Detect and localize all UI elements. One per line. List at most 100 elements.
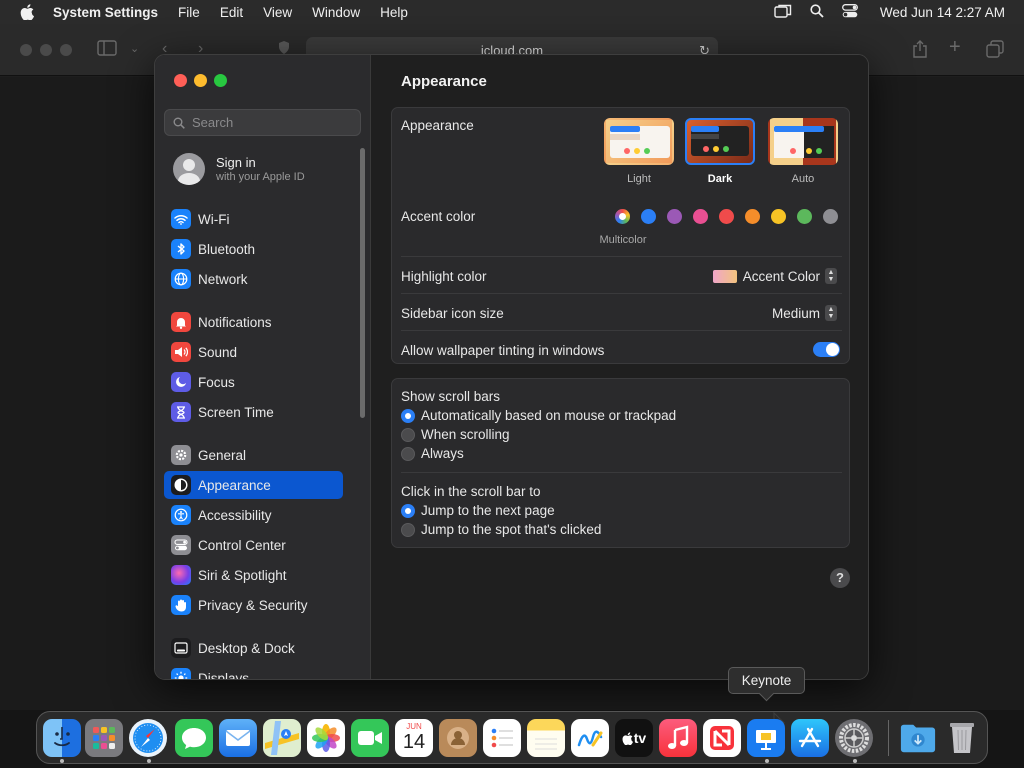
minimize-button[interactable] bbox=[194, 74, 207, 87]
browser-close-button[interactable] bbox=[20, 44, 32, 56]
sidebar-item-network[interactable]: Network bbox=[164, 265, 345, 293]
messages-icon[interactable] bbox=[175, 719, 213, 757]
accent-color-swatch[interactable] bbox=[693, 209, 708, 224]
sidebar-item-appearance[interactable]: Appearance bbox=[164, 471, 343, 499]
sidebar-item-focus[interactable]: Focus bbox=[164, 368, 345, 396]
menu-clock[interactable]: Wed Jun 14 2:27 AM bbox=[880, 5, 1005, 20]
spotlight-search-icon[interactable] bbox=[810, 3, 824, 21]
scroll-bars-option-automatic[interactable]: Automatically based on mouse or trackpad bbox=[401, 408, 676, 423]
click-option-spot-clicked[interactable]: Jump to the spot that's clicked bbox=[401, 522, 601, 537]
radio-button[interactable] bbox=[401, 446, 415, 461]
apple-tv-icon[interactable]: tv bbox=[615, 719, 653, 757]
accent-color-swatch[interactable] bbox=[823, 209, 838, 224]
finder-icon[interactable] bbox=[43, 719, 81, 757]
notes-icon[interactable] bbox=[527, 719, 565, 757]
menu-window[interactable]: Window bbox=[312, 5, 360, 20]
sidebar-item-displays[interactable]: Displays bbox=[164, 664, 345, 679]
keynote-icon[interactable] bbox=[747, 719, 785, 757]
avatar bbox=[173, 153, 205, 185]
radio-label: When scrolling bbox=[421, 427, 510, 442]
system-settings-icon[interactable] bbox=[835, 719, 873, 757]
app-store-icon[interactable] bbox=[791, 719, 829, 757]
mail-icon[interactable] bbox=[219, 719, 257, 757]
accent-color-swatch[interactable] bbox=[771, 209, 786, 224]
freeform-icon[interactable] bbox=[571, 719, 609, 757]
apple-id-signin[interactable]: Sign in with your Apple ID bbox=[173, 152, 353, 186]
radio-button[interactable] bbox=[401, 427, 415, 442]
sidebar-item-wifi[interactable]: Wi-Fi bbox=[164, 205, 345, 233]
radio-button[interactable] bbox=[401, 408, 415, 423]
click-option-next-page[interactable]: Jump to the next page bbox=[401, 503, 555, 518]
sidebar-item-bluetooth[interactable]: Bluetooth bbox=[164, 235, 345, 263]
accent-color-swatch[interactable] bbox=[667, 209, 682, 224]
sidebar-icon-size-popup[interactable]: Medium ▲ ▼ bbox=[772, 305, 837, 321]
accent-color-swatch[interactable] bbox=[797, 209, 812, 224]
help-button[interactable]: ? bbox=[830, 568, 850, 588]
menu-help[interactable]: Help bbox=[380, 5, 408, 20]
theme-dark-option[interactable]: Dark bbox=[685, 118, 755, 185]
radio-button[interactable] bbox=[401, 503, 415, 518]
wifi-icon bbox=[171, 209, 191, 229]
theme-auto-caption: Auto bbox=[791, 173, 815, 185]
sidebar-item-siri-spotlight[interactable]: Siri & Spotlight bbox=[164, 561, 345, 589]
close-button[interactable] bbox=[174, 74, 187, 87]
highlight-color-popup[interactable]: Accent Color ▲ ▼ bbox=[712, 268, 837, 284]
theme-auto-option[interactable]: Auto bbox=[768, 118, 838, 185]
sidebar-item-sound[interactable]: Sound bbox=[164, 338, 345, 366]
safari-icon[interactable] bbox=[129, 719, 167, 757]
scroll-bars-option-always[interactable]: Always bbox=[401, 446, 464, 461]
accent-color-swatch[interactable] bbox=[719, 209, 734, 224]
chevron-down-icon[interactable]: ⌄ bbox=[130, 42, 139, 55]
reminders-icon[interactable] bbox=[483, 719, 521, 757]
sidebar-item-control-center[interactable]: Control Center bbox=[164, 531, 345, 559]
sidebar-item-label: Focus bbox=[198, 374, 235, 390]
maps-icon[interactable] bbox=[263, 719, 301, 757]
calendar-icon[interactable]: JUN 14 bbox=[395, 719, 433, 757]
radio-button[interactable] bbox=[401, 522, 415, 537]
sidebar-item-notifications[interactable]: Notifications bbox=[164, 308, 345, 336]
facetime-icon[interactable] bbox=[351, 719, 389, 757]
trash-icon[interactable] bbox=[943, 719, 981, 757]
downloads-folder-icon[interactable] bbox=[899, 719, 937, 757]
control-center-icon[interactable] bbox=[841, 3, 858, 21]
apple-tv-label: tv bbox=[633, 730, 647, 746]
menu-app-name[interactable]: System Settings bbox=[53, 5, 158, 20]
sidebar-toggle-icon[interactable] bbox=[97, 40, 117, 61]
share-icon[interactable] bbox=[912, 40, 928, 63]
theme-light-option[interactable]: Light bbox=[604, 118, 674, 185]
scroll-bars-option-when-scrolling[interactable]: When scrolling bbox=[401, 427, 510, 442]
music-icon[interactable] bbox=[659, 719, 697, 757]
photos-icon[interactable] bbox=[307, 719, 345, 757]
browser-minimize-button[interactable] bbox=[40, 44, 52, 56]
wallpaper-tinting-label: Allow wallpaper tinting in windows bbox=[401, 343, 605, 358]
zoom-button[interactable] bbox=[214, 74, 227, 87]
news-icon[interactable] bbox=[703, 719, 741, 757]
sidebar-item-privacy-security[interactable]: Privacy & Security bbox=[164, 591, 345, 619]
sidebar-item-desktop-dock[interactable]: Desktop & Dock bbox=[164, 634, 345, 662]
sidebar-item-label: Bluetooth bbox=[198, 241, 256, 257]
screen-mirroring-icon[interactable] bbox=[774, 4, 792, 21]
accent-color-swatch[interactable] bbox=[745, 209, 760, 224]
menu-edit[interactable]: Edit bbox=[220, 5, 243, 20]
search-field[interactable]: Search bbox=[164, 109, 361, 136]
click-scroll-bar-title: Click in the scroll bar to bbox=[401, 484, 541, 499]
wallpaper-tinting-toggle[interactable] bbox=[813, 342, 840, 357]
menu-view[interactable]: View bbox=[263, 5, 292, 20]
contacts-icon[interactable] bbox=[439, 719, 477, 757]
appearance-icon bbox=[171, 475, 191, 495]
menu-file[interactable]: File bbox=[178, 5, 200, 20]
sidebar-scrollbar[interactable] bbox=[360, 148, 365, 418]
accent-color-multicolor[interactable] bbox=[615, 209, 630, 224]
apple-logo-icon[interactable] bbox=[19, 4, 35, 20]
sidebar-item-general[interactable]: General bbox=[164, 441, 345, 469]
new-tab-icon[interactable]: + bbox=[949, 36, 961, 59]
sidebar-item-accessibility[interactable]: Accessibility bbox=[164, 501, 345, 529]
scroll-bars-card: Show scroll bars Automatically based on … bbox=[391, 378, 850, 548]
sidebar-item-screen-time[interactable]: Screen Time bbox=[164, 398, 345, 426]
sidebar-icon-size-value: Medium bbox=[771, 305, 820, 321]
launchpad-icon[interactable] bbox=[85, 719, 123, 757]
sidebar-item-label: Control Center bbox=[198, 537, 286, 553]
accent-color-swatch[interactable] bbox=[641, 209, 656, 224]
tab-overview-icon[interactable] bbox=[986, 40, 1004, 63]
browser-zoom-button[interactable] bbox=[60, 44, 72, 56]
